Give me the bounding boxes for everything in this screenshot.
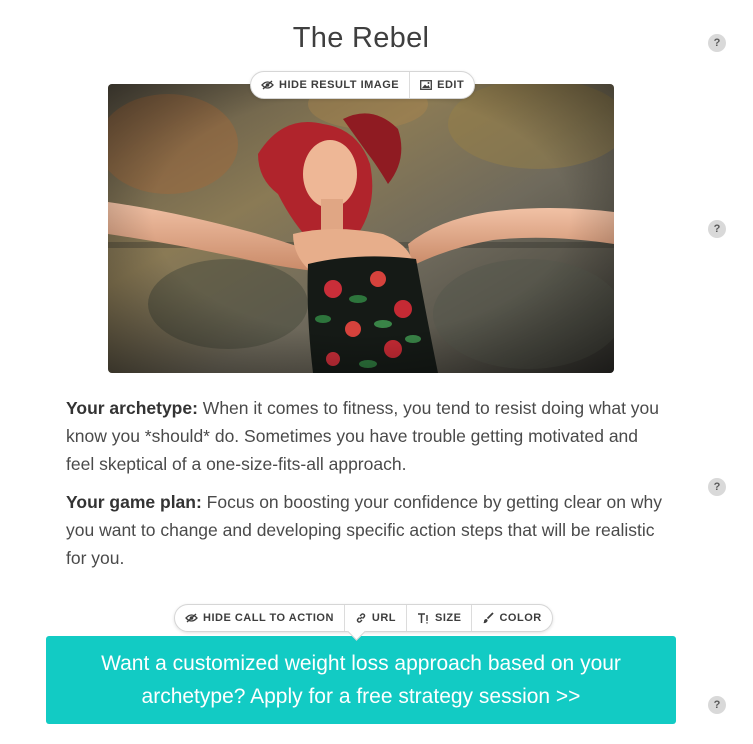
eye-slash-icon	[261, 80, 274, 90]
cta-size-button[interactable]: SIZE	[406, 605, 471, 631]
call-to-action-button[interactable]: Want a customized weight loss approach b…	[46, 636, 676, 724]
eye-slash-icon	[185, 613, 198, 623]
help-icon[interactable]: ?	[708, 220, 726, 238]
hide-result-image-button[interactable]: HIDE RESULT IMAGE	[251, 72, 409, 98]
hide-result-image-label: HIDE RESULT IMAGE	[279, 79, 400, 91]
edit-image-button[interactable]: EDIT	[409, 72, 474, 98]
cta-toolbar: HIDE CALL TO ACTION URL SIZE COLOR	[174, 604, 553, 632]
gameplan-paragraph: Your game plan: Focus on boosting your c…	[66, 488, 666, 572]
archetype-paragraph: Your archetype: When it comes to fitness…	[66, 394, 666, 478]
result-image[interactable]	[108, 84, 614, 373]
archetype-label: Your archetype:	[66, 398, 198, 418]
hide-cta-button[interactable]: HIDE CALL TO ACTION	[175, 605, 344, 631]
gameplan-label: Your game plan:	[66, 492, 202, 512]
result-photo	[108, 84, 614, 373]
edit-image-label: EDIT	[437, 79, 465, 91]
cta-color-button[interactable]: COLOR	[471, 605, 551, 631]
help-icon[interactable]: ?	[708, 696, 726, 714]
link-icon	[355, 612, 367, 624]
cta-url-button[interactable]: URL	[343, 605, 406, 631]
result-description: Your archetype: When it comes to fitness…	[66, 394, 666, 572]
text-size-icon	[417, 612, 430, 624]
result-title: The Rebel	[292, 22, 430, 54]
result-image-toolbar: HIDE RESULT IMAGE EDIT	[250, 71, 476, 99]
cta-url-label: URL	[371, 612, 397, 624]
cta-color-label: COLOR	[499, 612, 542, 624]
image-icon	[420, 80, 433, 90]
hide-cta-label: HIDE CALL TO ACTION	[203, 612, 334, 624]
paintbrush-icon	[482, 612, 495, 624]
cta-size-label: SIZE	[435, 612, 462, 624]
help-icon[interactable]: ?	[708, 34, 726, 52]
help-icon[interactable]: ?	[708, 478, 726, 496]
